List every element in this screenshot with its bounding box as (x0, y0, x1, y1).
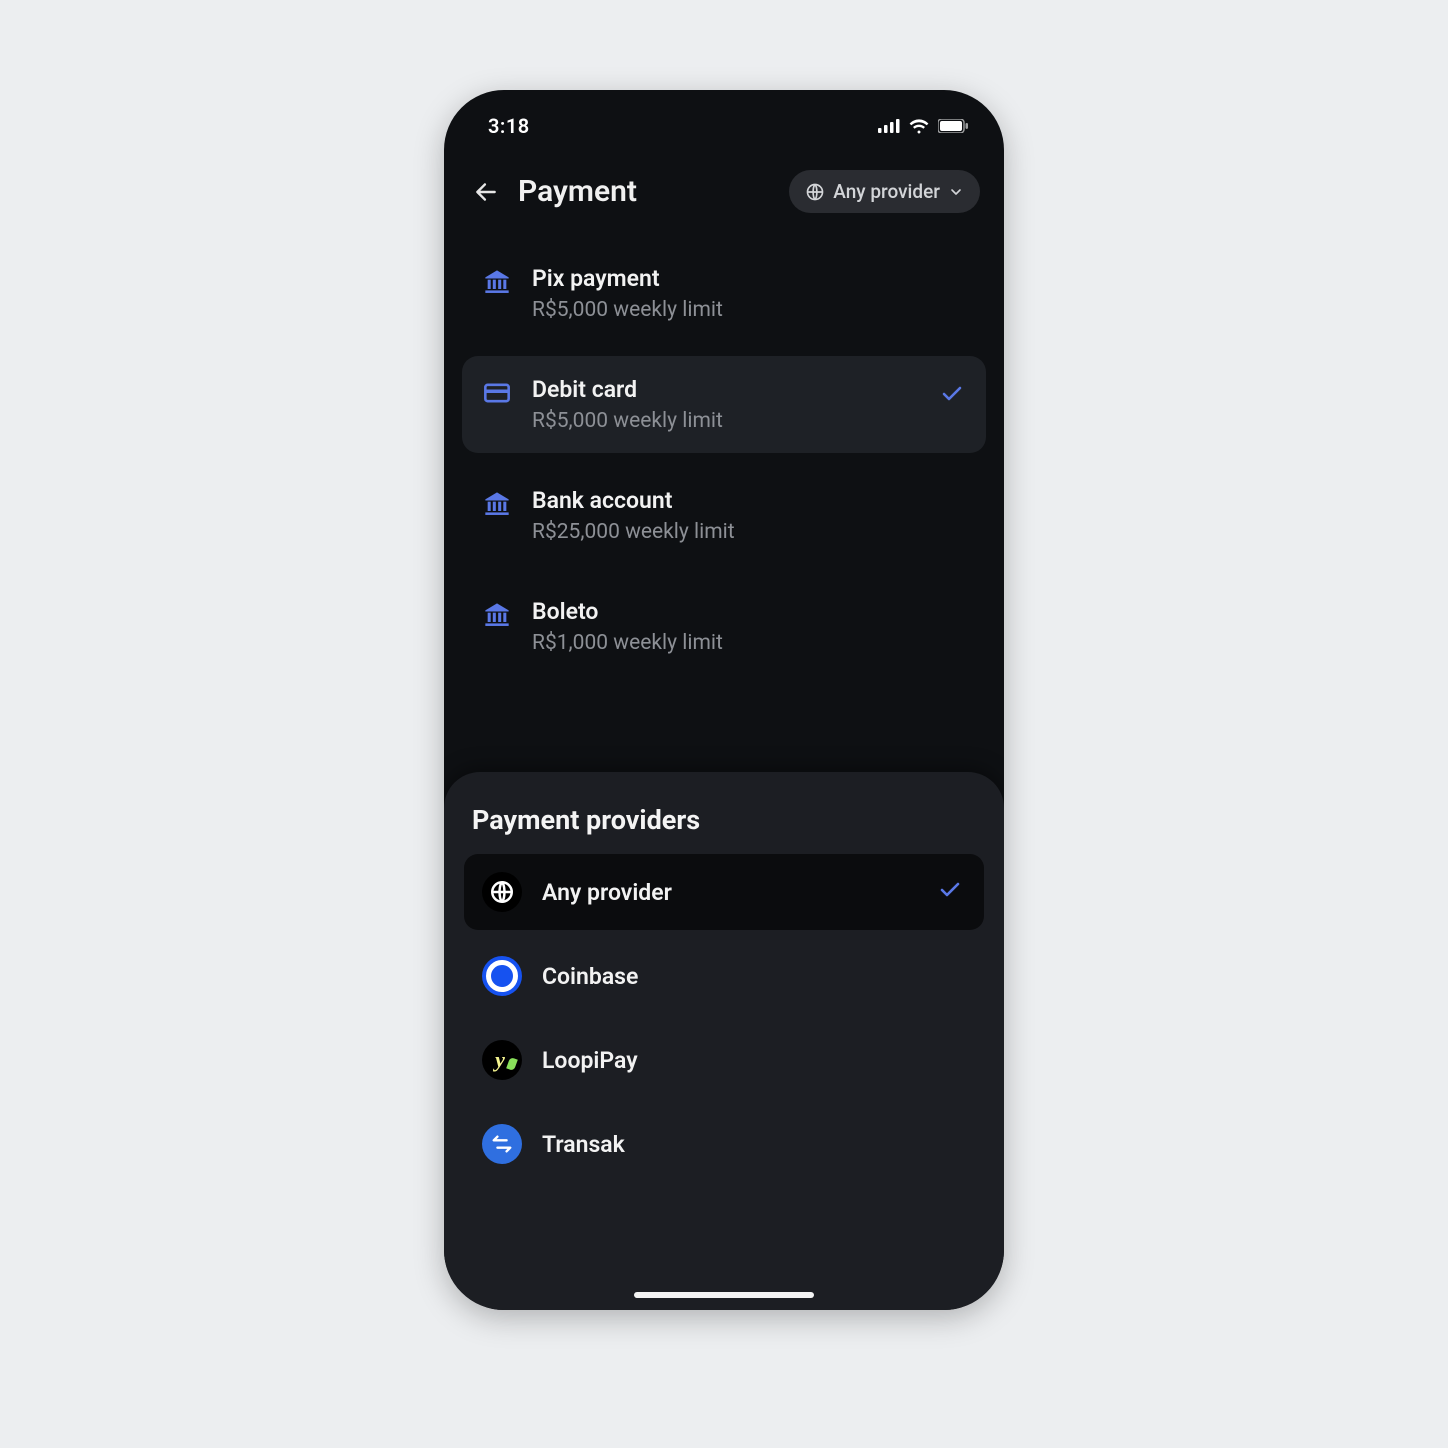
home-indicator[interactable] (634, 1292, 814, 1298)
payment-method-title: Bank account (532, 487, 735, 514)
wifi-icon (908, 118, 930, 134)
payment-method-subtitle: R$5,000 weekly limit (532, 409, 723, 433)
globe-icon (482, 872, 522, 912)
battery-icon (938, 119, 968, 133)
back-button[interactable] (468, 174, 504, 210)
sheet-title: Payment providers (472, 804, 976, 836)
status-time: 3:18 (488, 114, 530, 138)
payment-method-title: Pix payment (532, 265, 723, 292)
payment-method-bank[interactable]: Bank account R$25,000 weekly limit (462, 467, 986, 564)
payment-method-title: Debit card (532, 376, 723, 403)
payment-method-subtitle: R$25,000 weekly limit (532, 520, 735, 544)
payment-method-list: Pix payment R$5,000 weekly limit Debit c… (444, 235, 1004, 675)
arrow-left-icon (473, 179, 499, 205)
check-icon (940, 382, 964, 410)
provider-label: LoopiPay (542, 1047, 638, 1074)
coinbase-icon (482, 956, 522, 996)
status-icons (878, 118, 968, 134)
bank-icon (482, 489, 512, 519)
provider-filter-label: Any provider (833, 180, 940, 203)
globe-icon (805, 182, 825, 202)
card-icon (482, 378, 512, 408)
provider-label: Any provider (542, 879, 672, 906)
provider-any[interactable]: Any provider (464, 854, 984, 930)
loopipay-icon: y (482, 1040, 522, 1080)
provider-label: Coinbase (542, 963, 638, 990)
page-header: Payment Any provider (444, 148, 1004, 235)
bank-icon (482, 600, 512, 630)
provider-coinbase[interactable]: Coinbase (464, 938, 984, 1014)
payment-method-subtitle: R$5,000 weekly limit (532, 298, 723, 322)
provider-filter-pill[interactable]: Any provider (789, 170, 980, 213)
provider-label: Transak (542, 1131, 625, 1158)
providers-sheet: Payment providers Any provider Coinbase … (444, 772, 1004, 1310)
payment-method-title: Boleto (532, 598, 723, 625)
provider-transak[interactable]: Transak (464, 1106, 984, 1182)
payment-method-pix[interactable]: Pix payment R$5,000 weekly limit (462, 245, 986, 342)
phone-frame: 3:18 Payment Any provider (444, 90, 1004, 1310)
check-icon (938, 878, 962, 906)
provider-loopipay[interactable]: y LoopiPay (464, 1022, 984, 1098)
bank-icon (482, 267, 512, 297)
cellular-icon (878, 119, 900, 133)
status-bar: 3:18 (444, 90, 1004, 148)
payment-method-debit[interactable]: Debit card R$5,000 weekly limit (462, 356, 986, 453)
page-title: Payment (518, 174, 637, 209)
payment-method-subtitle: R$1,000 weekly limit (532, 631, 723, 655)
transak-icon (482, 1124, 522, 1164)
payment-method-boleto[interactable]: Boleto R$1,000 weekly limit (462, 578, 986, 675)
chevron-down-icon (948, 184, 964, 200)
